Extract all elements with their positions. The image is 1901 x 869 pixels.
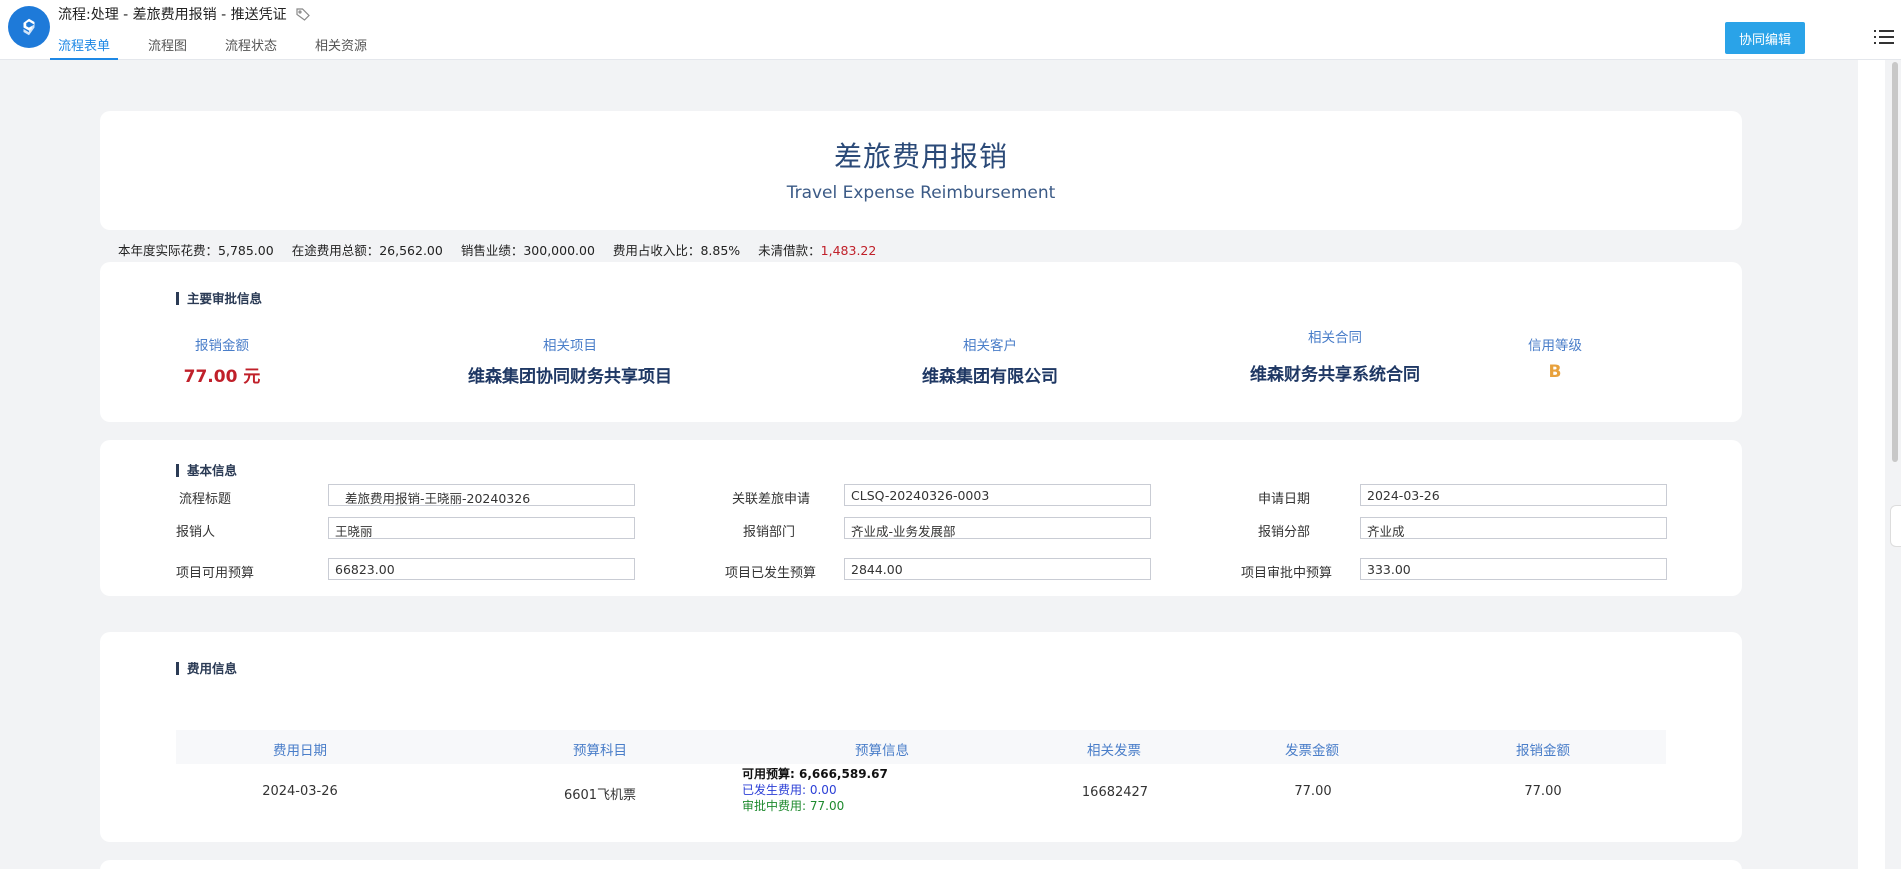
fee-table-header: 费用日期 预算科目 预算信息 相关发票 发票金额 报销金额 bbox=[176, 730, 1666, 764]
section-title-approval: 主要审批信息 bbox=[176, 292, 262, 305]
row-budget-info: 可用预算: 6,666,589.67 已发生费用: 0.00 审批中费用: 77… bbox=[742, 766, 888, 814]
applicant-field[interactable]: 王晓丽 bbox=[328, 517, 635, 539]
approval-project: 相关项目 维森集团协同财务共享项目 bbox=[468, 338, 672, 387]
col-fee-date: 费用日期 bbox=[273, 743, 327, 759]
tab-related-resources[interactable]: 相关资源 bbox=[307, 30, 375, 60]
stat-expense-ratio: 费用占收入比：8.85% bbox=[612, 243, 741, 258]
used-budget-field[interactable]: 2844.00 bbox=[844, 558, 1151, 580]
collab-edit-button[interactable]: 协同编辑 bbox=[1725, 22, 1805, 54]
pending-budget-field[interactable]: 333.00 bbox=[1360, 558, 1667, 580]
flow-title-field[interactable]: 差旅费用报销-王晓丽-20240326 bbox=[328, 484, 635, 506]
pending-budget-label: 项目审批中预算 bbox=[1241, 566, 1333, 581]
stat-outstanding-loan: 未清借款：1,483.22 bbox=[758, 243, 877, 258]
budget-pending: 审批中费用: 77.00 bbox=[742, 799, 845, 813]
tab-flow-chart[interactable]: 流程图 bbox=[140, 30, 195, 60]
related-apply-field[interactable]: CLSQ-20240326-0003 bbox=[844, 484, 1151, 506]
col-reimburse-amount: 报销金额 bbox=[1516, 743, 1570, 759]
stat-in-transit: 在途费用总额：26,562.00 bbox=[291, 243, 443, 258]
page-title: 流程:处理 - 差旅费用报销 - 推送凭证 bbox=[58, 4, 311, 24]
col-invoice-amount: 发票金额 bbox=[1285, 743, 1339, 759]
available-budget-label: 项目可用预算 bbox=[176, 566, 255, 581]
side-panel-handle[interactable] bbox=[1890, 505, 1901, 547]
budget-available: 可用预算: 6,666,589.67 bbox=[742, 767, 888, 781]
approval-customer: 相关客户 维森集团有限公司 bbox=[922, 338, 1058, 387]
branch-field[interactable]: 齐业成 bbox=[1360, 517, 1667, 539]
row-invoice[interactable]: 16682427 bbox=[1082, 785, 1148, 800]
flow-title-label: 流程标题 bbox=[179, 492, 232, 507]
apply-date-label: 申请日期 bbox=[1258, 492, 1311, 507]
col-budget-subject: 预算科目 bbox=[573, 743, 627, 759]
stat-sales: 销售业绩：300,000.00 bbox=[460, 243, 595, 258]
section-title-basic: 基本信息 bbox=[176, 464, 237, 477]
form-subtitle: Travel Expense Reimbursement bbox=[786, 183, 1056, 203]
col-invoice: 相关发票 bbox=[1087, 743, 1141, 759]
department-label: 报销部门 bbox=[743, 525, 796, 540]
next-card-edge bbox=[100, 860, 1742, 869]
tab-form[interactable]: 流程表单 bbox=[50, 30, 119, 60]
row-reimburse-amount: 77.00 bbox=[1524, 784, 1562, 799]
available-budget-field[interactable]: 66823.00 bbox=[328, 558, 635, 580]
approval-contract: 相关合同 维森财务共享系统合同 bbox=[1250, 330, 1420, 385]
related-apply-label: 关联差旅申请 bbox=[732, 492, 811, 507]
app-logo-icon bbox=[8, 6, 50, 48]
list-menu-icon[interactable] bbox=[1874, 28, 1894, 46]
stats-bar: 本年度实际花费：5,785.00 在途费用总额：26,562.00 销售业绩：3… bbox=[118, 240, 876, 259]
form-title: 差旅费用报销 bbox=[833, 140, 1008, 173]
scroll-gutter bbox=[1858, 60, 1885, 869]
tab-flow-status[interactable]: 流程状态 bbox=[217, 30, 285, 60]
applicant-label: 报销人 bbox=[176, 525, 216, 540]
stat-annual-spend: 本年度实际花费：5,785.00 bbox=[118, 243, 274, 258]
row-subject: 6601飞机票 bbox=[563, 788, 637, 803]
form-header-card: 差旅费用报销 Travel Expense Reimbursement bbox=[100, 111, 1742, 230]
approval-info-card: 主要审批信息 报销金额 77.00 元 相关项目 维森集团协同财务共享项目 相关… bbox=[100, 262, 1742, 422]
section-title-fee: 费用信息 bbox=[176, 662, 237, 675]
scrollbar-thumb[interactable] bbox=[1892, 62, 1898, 462]
approval-amount: 报销金额 77.00 元 bbox=[183, 338, 261, 387]
basic-info-card: 基本信息 流程标题 差旅费用报销-王晓丽-20240326 关联差旅申请 CLS… bbox=[100, 440, 1742, 596]
row-invoice-amount: 77.00 bbox=[1294, 784, 1332, 799]
used-budget-label: 项目已发生预算 bbox=[725, 566, 817, 581]
apply-date-field[interactable]: 2024-03-26 bbox=[1360, 484, 1667, 506]
page-title-text: 流程:处理 - 差旅费用报销 - 推送凭证 bbox=[58, 7, 287, 23]
fee-info-card: 费用信息 费用日期 预算科目 预算信息 相关发票 发票金额 报销金额 2024-… bbox=[100, 632, 1742, 842]
department-field[interactable]: 齐业成-业务发展部 bbox=[844, 517, 1151, 539]
app-header: 流程:处理 - 差旅费用报销 - 推送凭证 流程表单 流程图 流程状态 相关资源… bbox=[0, 0, 1901, 60]
budget-used: 已发生费用: 0.00 bbox=[742, 783, 837, 797]
approval-credit: 信用等级 B bbox=[1528, 338, 1582, 382]
tag-icon[interactable] bbox=[295, 6, 311, 22]
tab-bar: 流程表单 流程图 流程状态 相关资源 bbox=[50, 30, 397, 60]
col-budget-info: 预算信息 bbox=[855, 743, 909, 759]
branch-label: 报销分部 bbox=[1258, 525, 1311, 540]
row-date: 2024-03-26 bbox=[262, 784, 338, 799]
